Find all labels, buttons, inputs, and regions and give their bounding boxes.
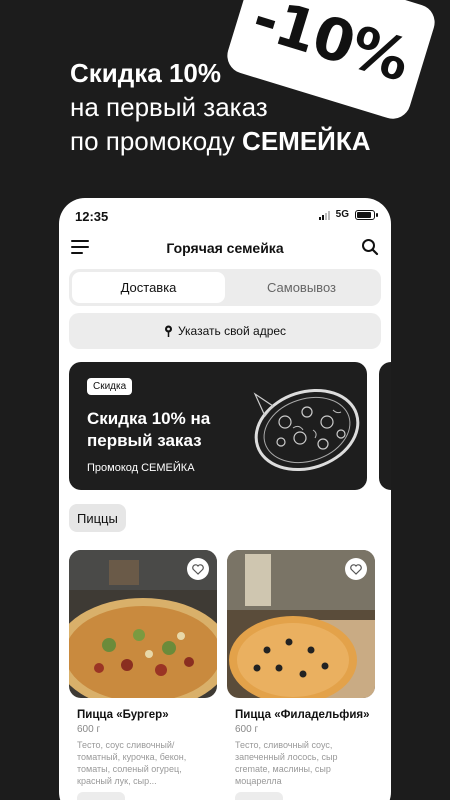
tab-delivery[interactable]: Доставка: [72, 272, 225, 303]
battery-icon: [355, 209, 378, 220]
address-label: Указать свой адрес: [177, 324, 287, 338]
address-button[interactable]: Указать свой адрес: [69, 313, 381, 349]
search-icon[interactable]: [361, 238, 379, 256]
product-name: Пицца «Бургер»: [77, 709, 169, 721]
product-weight: 600 г: [77, 724, 101, 735]
phone-screen: 12:35 5G Горячая семейка Доставка Самовы…: [59, 198, 391, 800]
location-pin-icon: [164, 325, 172, 337]
app-header: Горячая семейка: [59, 234, 391, 262]
product-photo: [227, 550, 375, 698]
status-time: 12:35: [75, 209, 109, 224]
status-icons: 5G: [318, 209, 378, 220]
next-banner-peek[interactable]: [379, 362, 391, 490]
category-chip-pizza[interactable]: Пиццы: [69, 504, 126, 532]
product-name: Пицца «Филадельфия»: [235, 709, 370, 721]
delivery-mode-switch: Доставка Самовывоз: [69, 269, 381, 306]
tab-pickup[interactable]: Самовывоз: [225, 272, 378, 303]
status-bar: 12:35 5G: [59, 198, 391, 232]
price-button[interactable]: [235, 792, 283, 800]
promo-line-3: по промокоду СЕМЕЙКА: [70, 124, 430, 158]
product-card[interactable]: Пицца «Бургер» 600 г Тесто, соус сливочн…: [69, 550, 217, 800]
price-button[interactable]: [77, 792, 125, 800]
promo-line-3-prefix: по промокоду: [70, 126, 243, 156]
banner-title: Скидка 10% на первый заказ: [87, 409, 211, 450]
banner-tag: Скидка: [87, 378, 133, 395]
product-card[interactable]: Пицца «Филадельфия» 600 г Тесто, сливочн…: [227, 550, 375, 800]
signal-icon: [318, 210, 330, 220]
product-description: Тесто, сливочный соус, запеченный лосось…: [235, 740, 338, 786]
app-title: Горячая семейка: [166, 240, 284, 256]
banner-promo-code: Промокод СЕМЕЙКА: [87, 462, 195, 474]
promo-code: СЕМЕЙКА: [242, 126, 371, 156]
favorite-heart-icon[interactable]: [187, 558, 209, 580]
product-photo: [69, 550, 217, 698]
favorite-heart-icon[interactable]: [345, 558, 367, 580]
pizza-sketch-illustration: [253, 388, 360, 472]
promo-line-1: Скидка 10%: [70, 58, 222, 88]
promo-line-2: на первый заказ: [70, 92, 268, 122]
product-description: Тесто, соус сливочный/томатный, курочка,…: [77, 740, 187, 786]
network-label: 5G: [335, 209, 349, 220]
product-weight: 600 г: [235, 724, 259, 735]
promo-headline: Скидка 10% на первый заказ по промокоду …: [70, 56, 430, 158]
promo-banner[interactable]: Скидка Скидка 10% на первый заказ Промок…: [69, 362, 367, 490]
